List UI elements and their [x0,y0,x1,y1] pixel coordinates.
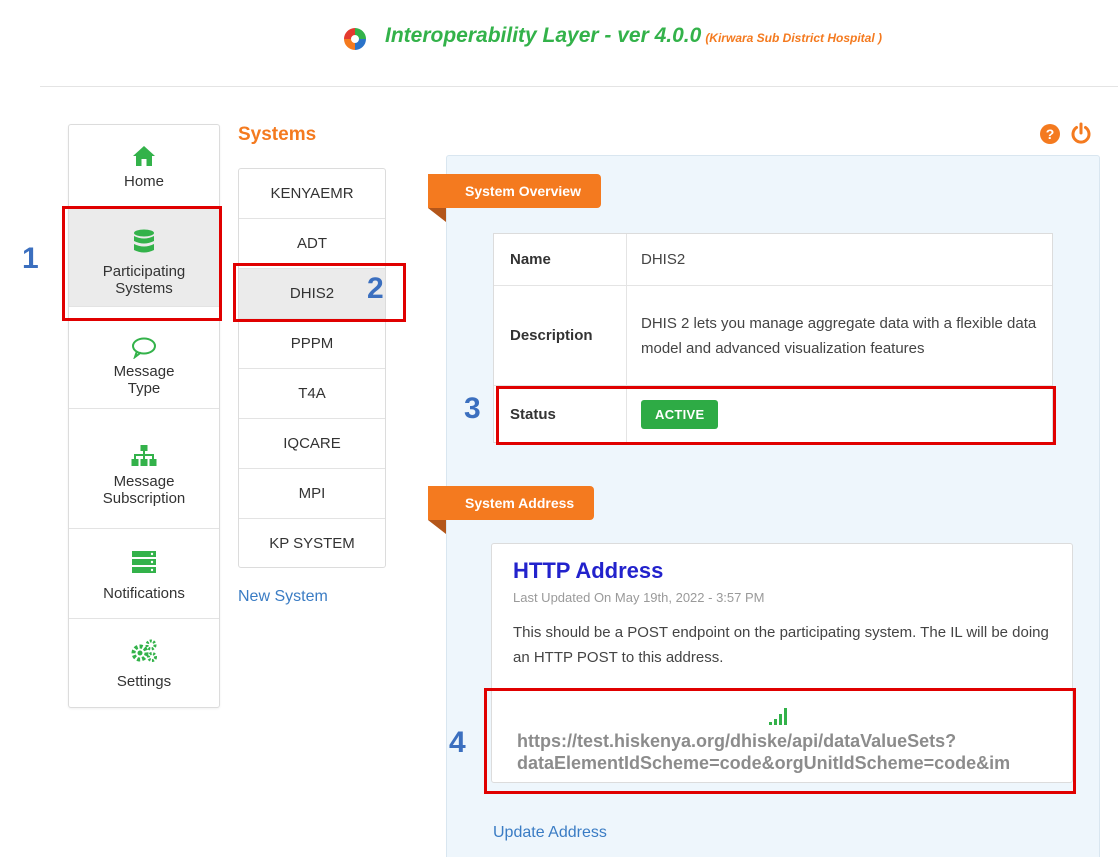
systems-list: KENYAEMR ADT DHIS2 PPPM T4A IQCARE MPI K… [238,168,386,568]
app-title-text: Interoperability Layer - ver 4.0.0 [385,24,702,47]
header-divider [40,86,1118,87]
annotation-number-1: 1 [22,242,39,275]
nav-item-message-subscription[interactable]: Message Subscription [69,409,219,529]
app-logo-icon [344,28,366,50]
nav-label-message: Message [113,363,175,380]
nav-label-message-2: Message [113,473,175,490]
nav-item-home[interactable]: Home [69,125,219,207]
overview-row-name: Name DHIS2 [494,234,1052,286]
server-icon [132,551,156,573]
http-address-title: HTTP Address [513,558,664,583]
ribbon-tail-2 [428,520,446,534]
name-value: DHIS2 [626,234,1052,285]
app-title: Interoperability Layer - ver 4.0.0 (Kirwa… [385,24,882,48]
nav-label-home: Home [123,173,164,190]
nav-item-settings[interactable]: Settings [69,619,219,707]
nav-label-type: Type [127,380,161,397]
nav-item-message-type[interactable]: Message Type [69,307,219,409]
home-icon [133,146,155,166]
systems-heading: Systems [238,124,317,145]
nav-label-subscription: Subscription [102,490,186,507]
nav-item-notifications[interactable]: Notifications [69,529,219,619]
system-item-kp-system[interactable]: KP SYSTEM [239,519,385,569]
system-item-t4a[interactable]: T4A [239,369,385,419]
gears-icon [131,639,157,662]
system-address-ribbon: System Address [428,486,595,520]
nav-label-notifications: Notifications [103,585,185,602]
annotation-box-1 [62,206,222,321]
system-item-iqcare[interactable]: IQCARE [239,419,385,469]
help-icon[interactable]: ? [1040,124,1060,144]
sitemap-icon [131,445,157,466]
update-address-link[interactable]: Update Address [493,824,607,842]
facility-name: (Kirwara Sub District Hospital ) [705,31,883,45]
address-description: This should be a POST endpoint on the pa… [513,624,1049,666]
system-overview-ribbon: System Overview [428,174,601,208]
last-updated: Last Updated On May 19th, 2022 - 3:57 PM [513,590,765,605]
new-system-link[interactable]: New System [238,588,328,606]
system-item-adt[interactable]: ADT [239,219,385,269]
annotation-number-2: 2 [367,272,384,305]
power-icon[interactable] [1070,122,1092,144]
chat-bubble-icon [132,337,156,359]
overview-row-description: Description DHIS 2 lets you manage aggre… [494,286,1052,386]
ribbon-tail [428,208,446,222]
name-label: Name [510,251,551,268]
annotation-box-3 [496,386,1056,445]
description-value: DHIS 2 lets you manage aggregate data wi… [626,286,1052,385]
nav-label-settings: Settings [116,673,172,690]
annotation-number-4: 4 [449,726,466,759]
system-item-kenyaemr[interactable]: KENYAEMR [239,169,385,219]
system-item-pppm[interactable]: PPPM [239,319,385,369]
annotation-box-4 [484,688,1076,794]
system-item-mpi[interactable]: MPI [239,469,385,519]
description-label: Description [510,327,593,344]
app-header: Interoperability Layer - ver 4.0.0 (Kirwa… [0,0,1118,87]
annotation-number-3: 3 [464,392,481,425]
